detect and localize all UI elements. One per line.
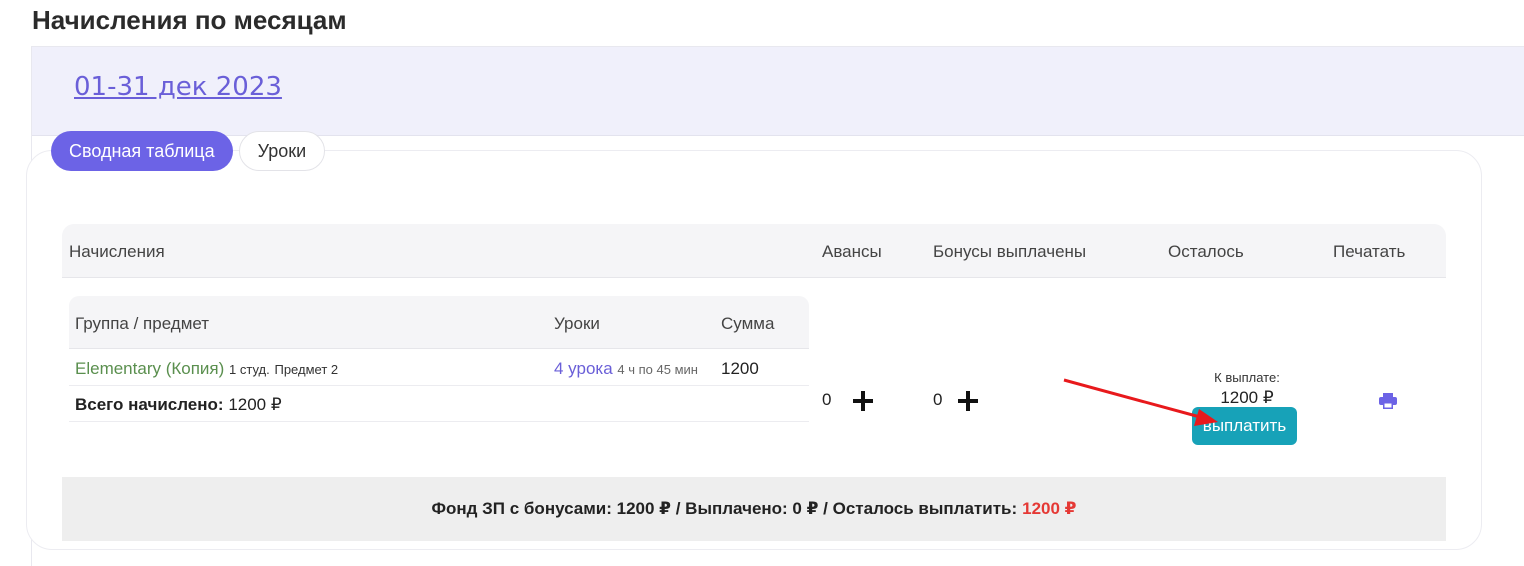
summary-remaining: 1200 ₽: [1022, 499, 1077, 518]
bonuses-value: 0: [933, 390, 943, 409]
lessons-duration: 4 ч по 45 мин: [617, 362, 698, 377]
period-link[interactable]: 01-31 дек 2023: [74, 72, 282, 102]
header-sum: Сумма: [721, 314, 775, 333]
total-row: Всего начислено: 1200 ₽: [69, 386, 809, 422]
add-advance-plus-icon[interactable]: [853, 391, 873, 411]
subject-name: Предмет 2: [274, 362, 339, 377]
sum-cell: 1200: [721, 359, 759, 378]
add-bonus-plus-icon[interactable]: [958, 391, 978, 411]
header-print: Печатать: [1333, 242, 1406, 261]
lessons-cell: 4 урока 4 ч по 45 мин: [554, 359, 698, 379]
payroll-summary: Фонд ЗП с бонусами: 1200 ₽ / Выплачено: …: [62, 477, 1446, 541]
students-count: 1 студ.: [229, 362, 270, 377]
header-advances: Авансы: [822, 242, 882, 261]
advances-value: 0: [822, 390, 832, 409]
tabs: Сводная таблица Уроки: [51, 131, 326, 171]
header-group: Группа / предмет: [75, 314, 210, 333]
group-cell: Elementary (Копия) 1 студ. Предмет 2: [75, 359, 338, 379]
accruals-subtable: Группа / предмет Уроки Сумма Elementary …: [69, 296, 809, 422]
group-link[interactable]: Elementary (Копия): [75, 359, 224, 378]
table-row: Elementary (Копия) 1 студ. Предмет 2 4 у…: [69, 349, 809, 386]
to-pay-label: К выплате:: [1214, 370, 1280, 385]
header-bonuses: Бонусы выплачены: [933, 242, 1087, 261]
payroll-table: Начисления Авансы Бонусы выплачены Остал…: [62, 224, 1446, 541]
page-title: Начисления по месяцам: [32, 5, 347, 35]
tab-lessons[interactable]: Уроки: [238, 131, 326, 171]
total-value: 1200 ₽: [228, 395, 282, 414]
table-header: Начисления Авансы Бонусы выплачены Остал…: [62, 224, 1446, 278]
tab-summary-table[interactable]: Сводная таблица: [51, 131, 233, 171]
pay-button[interactable]: выплатить: [1192, 407, 1297, 445]
lessons-link[interactable]: 4 урока: [554, 359, 613, 378]
summary-text: Фонд ЗП с бонусами: 1200 ₽ / Выплачено: …: [431, 499, 1018, 518]
total-cell: Всего начислено: 1200 ₽: [75, 395, 282, 415]
period-bar: 01-31 дек 2023: [32, 47, 1524, 136]
header-remaining: Осталось: [1168, 242, 1244, 261]
total-label: Всего начислено:: [75, 395, 224, 414]
header-lessons: Уроки: [554, 314, 600, 333]
header-accruals: Начисления: [69, 242, 165, 261]
subtable-header: Группа / предмет Уроки Сумма: [69, 296, 809, 349]
to-pay-amount: 1200 ₽: [1220, 388, 1274, 407]
printer-icon[interactable]: [1379, 393, 1397, 409]
